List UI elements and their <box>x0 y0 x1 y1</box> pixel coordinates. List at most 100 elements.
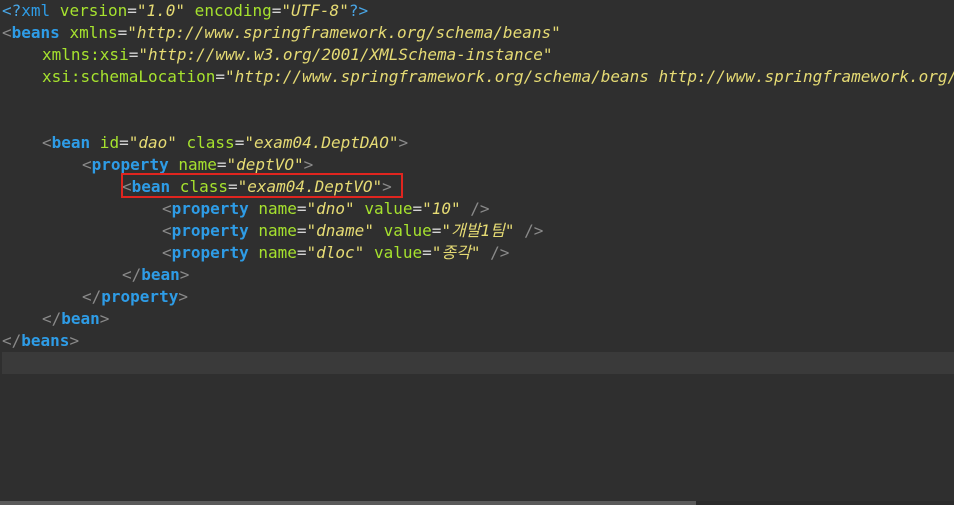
code-line[interactable]: <bean id="dao" class="exam04.DeptDAO"> <box>2 132 954 154</box>
code-token: <? <box>2 1 22 20</box>
code-line[interactable]: <property name="deptVO"> <box>2 154 954 176</box>
code-token: = <box>431 221 442 240</box>
code-token: = <box>119 133 129 152</box>
code-token: xml <box>21 1 51 20</box>
code-token: ?> <box>348 1 369 20</box>
code-token: beans <box>21 331 70 350</box>
code-token: = <box>296 221 307 240</box>
code-line[interactable]: <?xml version="1.0" encoding="UTF-8"?> <box>2 0 954 22</box>
code-token: property <box>171 221 249 240</box>
code-token: </ <box>82 287 102 306</box>
code-token: bean <box>51 133 91 152</box>
code-token: < <box>122 177 132 196</box>
code-line[interactable]: </beans> <box>2 330 954 352</box>
code-token: beans <box>11 23 60 42</box>
code-token: "dno" <box>306 199 355 218</box>
code-token: xmlns <box>59 23 118 42</box>
code-token: </ <box>122 265 142 284</box>
code-token: < <box>42 133 52 152</box>
code-token: "개발1팀" <box>441 221 515 240</box>
code-token: property <box>91 155 169 174</box>
xml-code-editor[interactable]: <?xml version="1.0" encoding="UTF-8"?> <b… <box>0 0 954 505</box>
code-token: property <box>101 287 179 306</box>
code-token: "1.0" <box>136 1 186 20</box>
code-token: class <box>176 133 235 152</box>
code-token: > <box>303 155 314 174</box>
code-token: "deptVO" <box>226 155 304 174</box>
code-line[interactable]: <bean class="exam04.DeptVO"> <box>2 176 954 198</box>
code-token: class <box>170 177 228 196</box>
scrollbar-thumb[interactable] <box>0 501 696 505</box>
code-line[interactable]: <beans xmlns="http://www.springframework… <box>2 22 954 44</box>
code-token: = <box>296 243 307 262</box>
code-line[interactable]: xmlns:xsi="http://www.w3.org/2001/XMLSch… <box>2 44 954 66</box>
code-token: > <box>69 331 80 350</box>
code-token: xsi:schemaLocation <box>42 67 216 86</box>
code-token: = <box>117 23 128 42</box>
code-token: property <box>171 243 249 262</box>
code-token: = <box>412 199 423 218</box>
code-token: < <box>82 155 92 174</box>
code-token: name <box>248 243 297 262</box>
code-token: "dname" <box>306 221 374 240</box>
code-token: "http://www.w3.org/2001/XMLSchema-instan… <box>138 45 553 64</box>
code-token: id <box>90 133 120 152</box>
code-token: property <box>171 199 249 218</box>
code-token: = <box>128 45 139 64</box>
code-token: version <box>50 1 128 20</box>
code-token: name <box>168 155 217 174</box>
code-token: bean <box>141 265 180 284</box>
code-token: value <box>364 243 423 262</box>
code-line[interactable]: <property name="dno" value="10" /> <box>2 198 954 220</box>
code-token: = <box>127 1 137 20</box>
code-token: "http://www.springframework.org/schema/b… <box>225 67 954 86</box>
code-line[interactable]: </bean> <box>2 308 954 330</box>
code-token: = <box>227 177 238 196</box>
code-token: < <box>2 23 12 42</box>
code-token: "dao" <box>128 133 177 152</box>
code-token: encoding <box>185 1 272 20</box>
code-token: value <box>354 199 413 218</box>
code-token: "UTF-8" <box>281 1 349 20</box>
code-token: </ <box>2 331 22 350</box>
code-token: "exam04.DeptDAO" <box>244 133 399 152</box>
code-token: name <box>248 199 297 218</box>
code-line[interactable]: xsi:schemaLocation="http://www.springfra… <box>2 66 954 88</box>
code-token: /> <box>514 221 544 240</box>
code-token: = <box>215 67 226 86</box>
code-token: name <box>248 221 297 240</box>
code-line[interactable]: <property name="dloc" value="종각" /> <box>2 242 954 264</box>
code-token: < <box>162 221 172 240</box>
code-token: value <box>373 221 432 240</box>
code-line[interactable]: </bean> <box>2 264 954 286</box>
code-token: "dloc" <box>306 243 365 262</box>
code-token: > <box>179 265 190 284</box>
code-token: < <box>162 199 172 218</box>
code-token: = <box>271 1 282 20</box>
code-token: = <box>216 155 227 174</box>
code-token: bean <box>61 309 100 328</box>
code-token: "종각" <box>431 243 481 262</box>
code-token: /> <box>460 199 490 218</box>
code-token: "exam04.DeptVO" <box>237 177 383 196</box>
code-token: </ <box>42 309 62 328</box>
horizontal-scrollbar[interactable] <box>0 501 954 505</box>
code-line[interactable] <box>2 352 954 374</box>
code-token: > <box>99 309 110 328</box>
code-token: = <box>296 199 307 218</box>
code-token: > <box>382 177 392 196</box>
code-line[interactable] <box>2 88 954 110</box>
code-token: = <box>422 243 432 262</box>
code-token: xmlns:xsi <box>42 45 129 64</box>
code-line[interactable] <box>2 110 954 132</box>
code-token: bean <box>131 177 171 196</box>
code-token: < <box>162 243 172 262</box>
code-token: /> <box>480 243 510 262</box>
code-line[interactable]: </property> <box>2 286 954 308</box>
code-token: = <box>234 133 245 152</box>
code-line[interactable]: <property name="dname" value="개발1팀" /> <box>2 220 954 242</box>
code-token: > <box>398 133 409 152</box>
code-token: > <box>178 287 188 306</box>
code-area[interactable]: <?xml version="1.0" encoding="UTF-8"?> <b… <box>2 0 954 374</box>
code-token: "http://www.springframework.org/schema/b… <box>127 23 561 42</box>
